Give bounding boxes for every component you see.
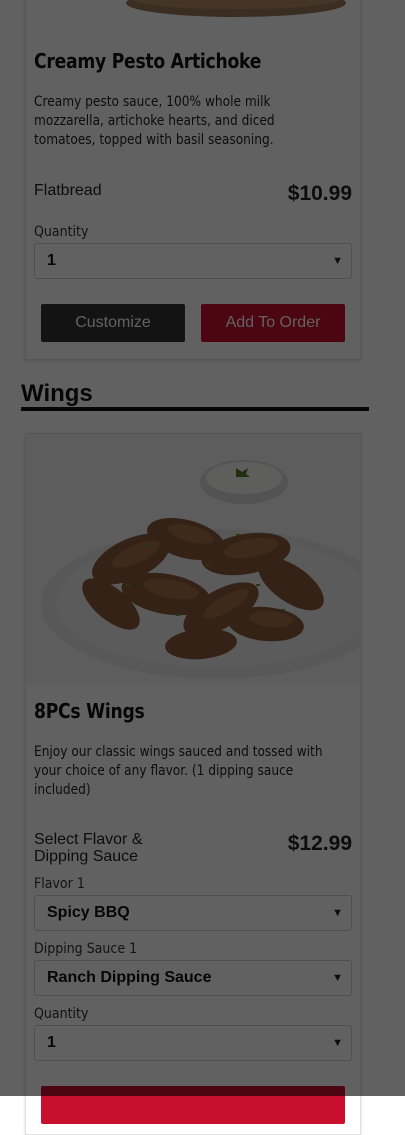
add-to-order-button[interactable]: Add To Order [201, 304, 345, 342]
quantity-select[interactable]: 1 ▼︎ [34, 1025, 352, 1061]
size-label: Flatbread [34, 182, 102, 199]
dipping-sauce-select[interactable]: Ranch Dipping Sauce ▼︎ [34, 960, 352, 996]
flavor-label: Flavor 1 [34, 876, 85, 892]
menu-item-card: Creamy Pesto Artichoke Creamy pesto sauc… [25, 0, 361, 360]
quantity-label: Quantity [34, 1006, 89, 1022]
dipping-sauce-value: Ranch Dipping Sauce [47, 969, 212, 986]
item-price: $10.99 [287, 182, 352, 205]
quantity-label: Quantity [34, 224, 89, 240]
chevron-down-icon: ▼︎ [332, 255, 343, 267]
quantity-select[interactable]: 1 ▼︎ [34, 243, 352, 279]
quantity-value: 1 [47, 1034, 56, 1051]
customize-button[interactable]: Customize [41, 304, 185, 342]
dipping-sauce-label: Dipping Sauce 1 [34, 941, 138, 957]
item-description: Enjoy our classic wings sauced and tosse… [34, 744, 323, 798]
item-title: Creamy Pesto Artichoke [34, 49, 262, 73]
flavor-select[interactable]: Spicy BBQ ▼︎ [34, 895, 352, 931]
add-to-order-button[interactable] [41, 1086, 345, 1124]
chevron-down-icon: ▼︎ [332, 907, 343, 919]
menu-item-card: 8PCs Wings Enjoy our classic wings sauce… [25, 433, 361, 1135]
wings-image [26, 434, 360, 685]
item-title: 8PCs Wings [34, 699, 145, 723]
item-image [26, 0, 360, 37]
chevron-down-icon: ▼︎ [332, 1037, 343, 1049]
item-price: $12.99 [287, 832, 352, 855]
chevron-down-icon: ▼︎ [332, 972, 343, 984]
section-title: Wings [21, 380, 93, 407]
section-divider [21, 407, 369, 411]
size-label: Select Flavor & Dipping Sauce [34, 831, 143, 865]
quantity-value: 1 [47, 252, 56, 269]
item-description: Creamy pesto sauce, 100% whole milk mozz… [34, 94, 275, 148]
flavor-value: Spicy BBQ [47, 904, 130, 921]
